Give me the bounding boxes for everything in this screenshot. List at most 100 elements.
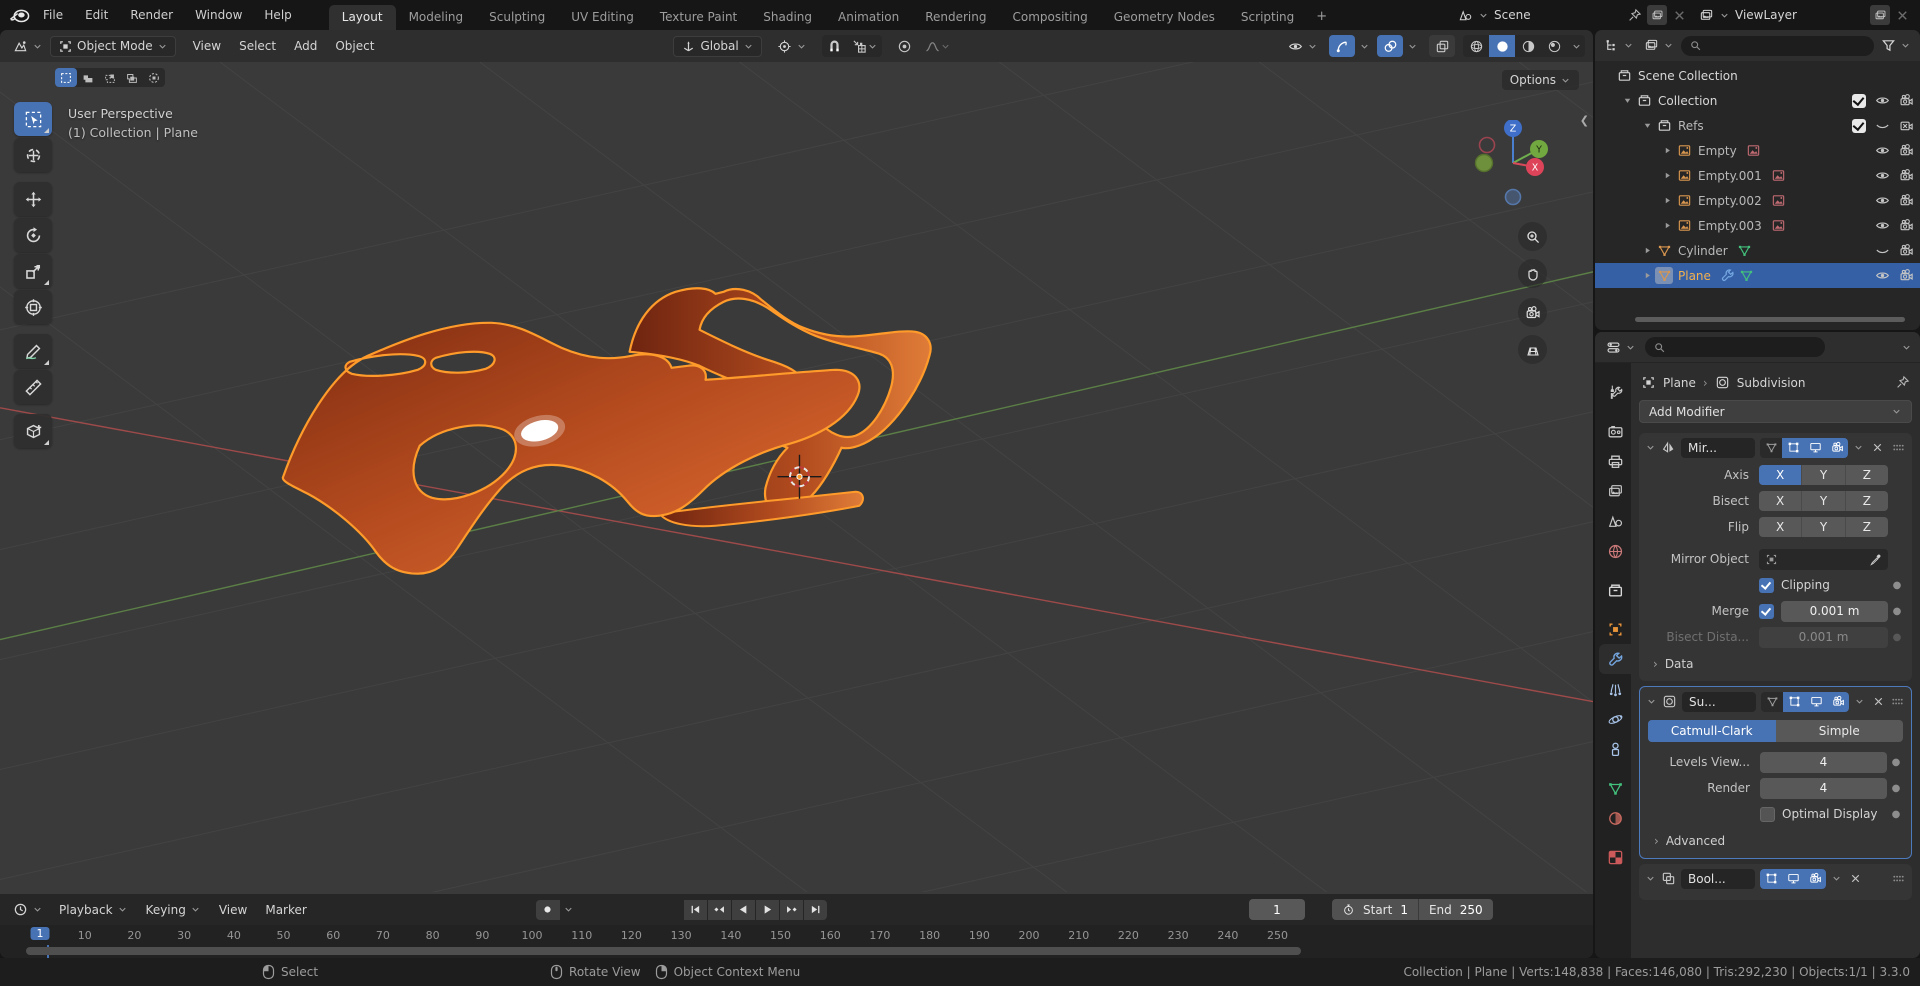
properties-tab[interactable]: [1599, 803, 1631, 833]
visibility-eye-icon[interactable]: [1875, 168, 1890, 183]
optimal-display-checkbox[interactable]: [1760, 807, 1775, 822]
proportional-falloff-dropdown[interactable]: [920, 35, 956, 57]
render-camera-icon[interactable]: [1899, 143, 1914, 158]
properties-search-input[interactable]: [1645, 337, 1825, 357]
workspace-tab[interactable]: Scripting: [1228, 5, 1307, 30]
gizmos-dropdown[interactable]: [1355, 35, 1373, 57]
show-in-editmode-toggle[interactable]: [1782, 438, 1804, 458]
workspace-tab[interactable]: Texture Paint: [647, 5, 750, 30]
modifier-extras-chevron[interactable]: [1831, 873, 1842, 884]
shading-dropdown[interactable]: [1567, 35, 1585, 57]
eyedropper-icon[interactable]: [1869, 553, 1882, 566]
viewport-menu[interactable]: Add: [285, 36, 326, 56]
select-mode-button[interactable]: [99, 68, 121, 87]
collapse-chevron-icon[interactable]: [1646, 696, 1657, 707]
row-label[interactable]: Empty: [1698, 144, 1737, 158]
timeline-menu[interactable]: Marker: [256, 900, 315, 920]
workspace-tab[interactable]: Layout: [329, 5, 396, 30]
show-in-viewport-toggle[interactable]: [1782, 869, 1804, 889]
new-scene-button[interactable]: [1647, 5, 1667, 25]
timeline-menu[interactable]: View: [210, 900, 256, 920]
zoom-button[interactable]: [1518, 222, 1547, 251]
advanced-subpanel-toggle[interactable]: › Advanced: [1640, 827, 1911, 851]
properties-tab[interactable]: [1599, 674, 1631, 704]
visibility-eye-icon[interactable]: [1875, 143, 1890, 158]
modifier-name-field[interactable]: Bool...: [1681, 869, 1755, 889]
tool-button[interactable]: [14, 102, 52, 136]
blender-logo-icon[interactable]: [6, 0, 32, 30]
add-modifier-button[interactable]: Add Modifier: [1639, 400, 1912, 423]
unlink-scene-icon[interactable]: [1672, 8, 1687, 23]
tool-button[interactable]: [14, 254, 52, 288]
outliner-row[interactable]: Empty.002: [1595, 188, 1920, 213]
select-mode-button[interactable]: [77, 68, 99, 87]
remove-viewlayer-icon[interactable]: [1895, 8, 1910, 23]
workspace-tab[interactable]: Geometry Nodes: [1101, 5, 1228, 30]
row-label[interactable]: Scene Collection: [1638, 69, 1738, 83]
workspace-tab[interactable]: Shading: [750, 5, 825, 30]
properties-tab[interactable]: [1599, 377, 1631, 407]
shading-wireframe-button[interactable]: [1463, 35, 1489, 57]
transport-button[interactable]: [684, 900, 707, 920]
timeline-menu[interactable]: Playback: [50, 900, 137, 920]
render-camera-icon[interactable]: [1899, 118, 1914, 133]
camera-view-button[interactable]: [1518, 298, 1547, 327]
keying-dropdown[interactable]: [561, 900, 577, 920]
shading-rendered-button[interactable]: [1541, 35, 1567, 57]
viewlayer-selector[interactable]: ViewLayer: [1695, 4, 1914, 26]
collapse-chevron-icon[interactable]: [1645, 442, 1656, 453]
outliner-row[interactable]: Cylinder: [1595, 238, 1920, 263]
timeline-ruler[interactable]: 1102030405060708090100110120130140150160…: [0, 925, 1593, 958]
axis-toggle[interactable]: X: [1759, 465, 1802, 485]
simple-button[interactable]: Simple: [1776, 720, 1904, 742]
row-label[interactable]: Collection: [1658, 94, 1717, 108]
row-label[interactable]: Refs: [1678, 119, 1704, 133]
axis-toggle[interactable]: X: [1759, 517, 1802, 537]
outliner-row[interactable]: Empty.001: [1595, 163, 1920, 188]
properties-tab[interactable]: [1599, 416, 1631, 446]
topbar-menu[interactable]: Help: [253, 8, 302, 22]
data-subpanel-toggle[interactable]: › Data: [1639, 650, 1912, 674]
axis-toggle[interactable]: Z: [1846, 517, 1888, 537]
visibility-eye-icon[interactable]: [1875, 218, 1890, 233]
workspace-tab[interactable]: Animation: [825, 5, 912, 30]
workspace-tab[interactable]: Modeling: [396, 5, 477, 30]
modifier-name-field[interactable]: Mir...: [1681, 438, 1755, 458]
properties-tab[interactable]: [1599, 734, 1631, 764]
overlays-toggle[interactable]: [1377, 35, 1403, 57]
viewport-menu[interactable]: Select: [230, 36, 285, 56]
drag-handle-icon[interactable]: [1891, 440, 1906, 455]
workspace-tab[interactable]: Rendering: [912, 5, 999, 30]
row-label[interactable]: Empty.002: [1698, 194, 1762, 208]
mode-dropdown[interactable]: Object Mode: [50, 36, 176, 57]
show-in-viewport-toggle[interactable]: [1805, 692, 1827, 712]
outliner-row[interactable]: Empty.003: [1595, 213, 1920, 238]
viewport-menu[interactable]: View: [184, 36, 230, 56]
breadcrumb-item[interactable]: Subdivision: [1737, 376, 1806, 390]
visibility-eye-icon[interactable]: [1875, 243, 1890, 258]
axis-toggle[interactable]: Z: [1846, 465, 1888, 485]
row-label[interactable]: Empty.003: [1698, 219, 1762, 233]
end-frame-field[interactable]: End250: [1419, 899, 1493, 920]
clipping-checkbox[interactable]: [1759, 578, 1774, 593]
catmull-clark-button[interactable]: Catmull-Clark: [1648, 720, 1776, 742]
tool-button[interactable]: [14, 370, 52, 404]
properties-options-chevron[interactable]: [1901, 342, 1912, 353]
pin-icon[interactable]: [1627, 8, 1642, 23]
axis-toggle[interactable]: Z: [1846, 491, 1888, 511]
render-camera-icon[interactable]: [1899, 243, 1914, 258]
workspace-tab[interactable]: +: [1307, 4, 1336, 30]
show-in-editmode-toggle[interactable]: [1783, 692, 1805, 712]
properties-editor-dropdown[interactable]: [1603, 338, 1639, 357]
modifier-extras-chevron[interactable]: [1853, 442, 1864, 453]
snap-settings-dropdown[interactable]: [848, 35, 882, 57]
properties-tab[interactable]: [1599, 446, 1631, 476]
snap-toggle[interactable]: [822, 35, 848, 57]
merge-checkbox[interactable]: [1759, 604, 1774, 619]
axis-toggle[interactable]: Y: [1802, 517, 1845, 537]
row-label[interactable]: Plane: [1678, 269, 1711, 283]
gizmos-toggle[interactable]: [1329, 35, 1355, 57]
drag-handle-icon[interactable]: [1891, 871, 1906, 886]
start-frame-field[interactable]: Start1: [1332, 899, 1418, 920]
show-in-render-toggle[interactable]: [1826, 438, 1848, 458]
